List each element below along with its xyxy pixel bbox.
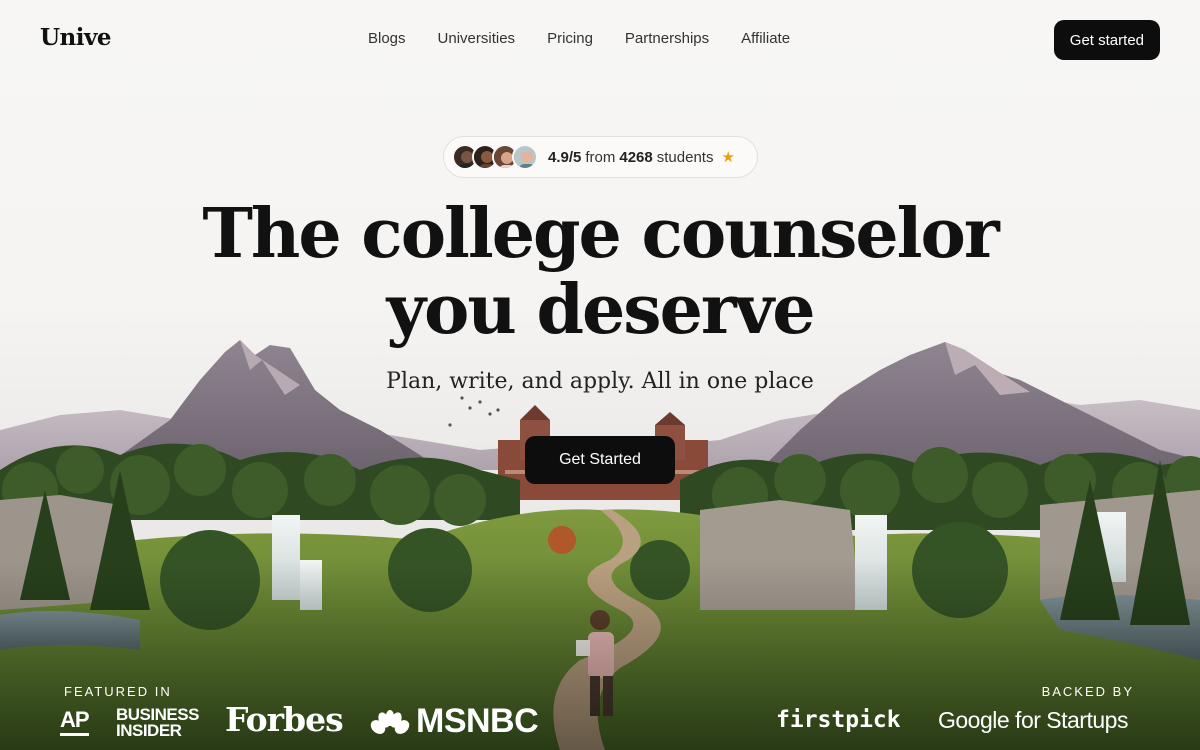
featured-in-label: FEATURED IN bbox=[64, 684, 172, 699]
brand-logo[interactable]: Unive bbox=[40, 24, 112, 51]
get-started-hero-button[interactable]: Get Started bbox=[525, 436, 675, 484]
hero-title-line-2: you deserve bbox=[386, 270, 816, 350]
nav-link-pricing[interactable]: Pricing bbox=[531, 30, 609, 47]
nav-links: Blogs Universities Pricing Partnerships … bbox=[352, 30, 806, 47]
rating-text: 4.9/5 from 4268 students bbox=[548, 149, 713, 166]
student-avatars bbox=[452, 144, 538, 170]
business-insider-logo: BUSINESS INSIDER bbox=[116, 705, 199, 740]
google-for-startups-logo: Google for Startups bbox=[938, 707, 1128, 733]
nav-link-blogs[interactable]: Blogs bbox=[352, 30, 422, 47]
firstpick-logo: firstpick bbox=[776, 707, 901, 733]
rating-suffix: students bbox=[656, 148, 714, 166]
rating-badge: 4.9/5 from 4268 students ★ bbox=[443, 136, 758, 178]
rating-from: from bbox=[585, 148, 616, 166]
nav-link-partnerships[interactable]: Partnerships bbox=[609, 30, 725, 47]
backed-by-label: BACKED BY bbox=[1041, 684, 1134, 699]
top-nav: Unive Blogs Universities Pricing Partner… bbox=[0, 0, 1200, 80]
rating-count: 4268 bbox=[619, 148, 653, 166]
peacock-icon bbox=[370, 709, 410, 734]
hero-title: The college counselor you deserve bbox=[200, 196, 1000, 348]
msnbc-logo: MSNBC bbox=[370, 702, 539, 741]
rating-score: 4.9/5 bbox=[548, 148, 582, 166]
ap-logo: AP bbox=[60, 707, 90, 736]
forbes-logo: Forbes bbox=[225, 700, 344, 739]
nav-link-universities[interactable]: Universities bbox=[422, 30, 532, 47]
avatar bbox=[512, 144, 538, 170]
msnbc-wordmark: MSNBC bbox=[416, 702, 539, 740]
get-started-nav-button[interactable]: Get started bbox=[1053, 20, 1160, 60]
hero-title-line-1: The college counselor bbox=[202, 194, 999, 274]
nav-link-affiliate[interactable]: Affiliate bbox=[725, 30, 806, 47]
hero-subtitle: Plan, write, and apply. All in one place bbox=[386, 369, 814, 394]
star-icon: ★ bbox=[721, 149, 735, 166]
